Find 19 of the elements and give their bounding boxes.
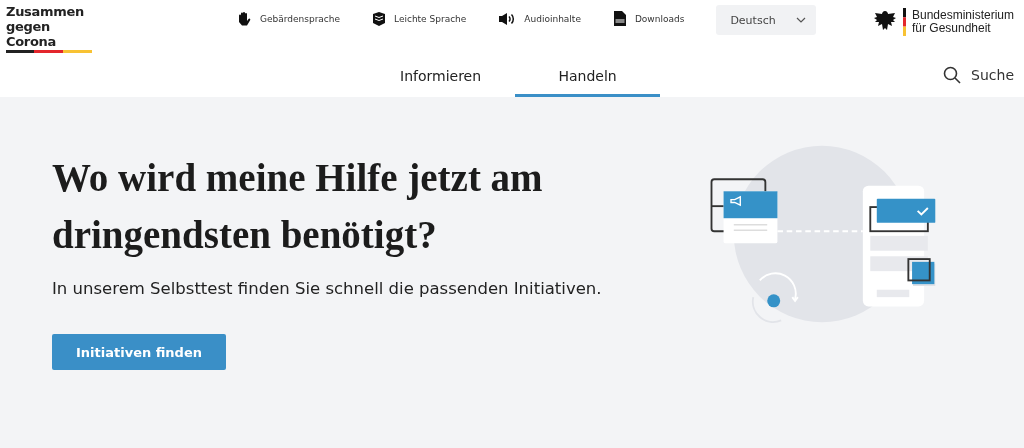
language-select[interactable]: Deutsch [716,5,817,35]
search-icon [943,66,962,84]
utility-link-label[interactable]: Downloads [634,13,685,24]
find-initiatives-button[interactable]: Initiativen finden [52,334,226,370]
site-logo[interactable]: Zusammen gegen Corona [6,4,92,53]
chevron-down-icon [796,17,807,23]
flag-stripe-icon [902,8,906,36]
book-icon [372,10,387,27]
hero-subtitle: In unserem Selbsttest finden Sie schnell die passenden Initiativen. [52,279,603,298]
hero-heading: Wo wird meine Hilfe jetzt am dringendsten benötigt? [52,155,544,259]
speaker-icon [498,11,517,26]
utility-link-label[interactable]: Gebärdensprache [260,13,341,24]
search-button[interactable]: Suche [943,58,1014,92]
nav-tab[interactable]: Informieren [366,58,516,97]
file-icon [612,10,627,27]
hand-icon [236,10,252,27]
utility-link-label[interactable]: Audioinhalte [524,13,581,24]
ministry-logo-text: Bundesministerium für Gesundheit [911,9,1014,35]
utility-link-label[interactable]: Leichte Sprache [394,13,467,24]
